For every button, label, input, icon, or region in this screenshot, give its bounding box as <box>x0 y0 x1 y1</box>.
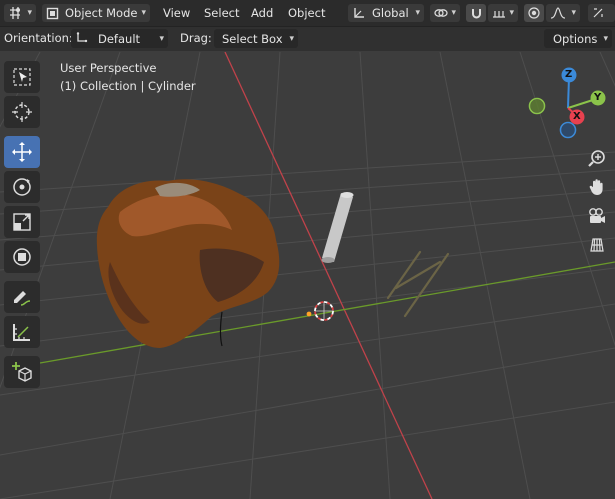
toggle-ortho-button[interactable] <box>584 232 610 258</box>
chevron-down-icon: ▾ <box>159 33 164 44</box>
orientation-value: Global <box>372 6 409 20</box>
falloff-curve-icon <box>550 7 566 19</box>
chevron-down-icon: ▾ <box>415 8 420 18</box>
zoom-icon <box>588 150 605 167</box>
tool-select-box[interactable] <box>4 61 40 93</box>
drag-label: Drag: <box>180 31 212 45</box>
tool-cursor[interactable] <box>4 96 40 128</box>
snap-target-dropdown[interactable]: ▾ <box>488 4 518 22</box>
orientation-value: Default <box>98 31 141 46</box>
drag-value: Select Box <box>222 31 283 46</box>
scale-icon <box>13 213 31 231</box>
view-name: User Perspective <box>60 61 157 75</box>
magnet-icon <box>471 8 481 18</box>
zoom-button[interactable] <box>584 145 610 171</box>
cursor-icon <box>12 102 32 122</box>
snap-increment-icon <box>493 11 505 18</box>
chevron-down-icon: ▾ <box>27 8 32 18</box>
grid-axis-icon <box>10 7 20 19</box>
tool-measure[interactable] <box>4 316 40 348</box>
rock-object <box>96 179 280 348</box>
pivot-point-dropdown[interactable]: ▾ <box>430 4 460 22</box>
menu-object[interactable]: Object <box>288 6 325 20</box>
mode-dropdown[interactable]: Object Mode ▾ <box>42 4 150 22</box>
tool-scale[interactable] <box>4 206 40 238</box>
proportional-edit-toggle[interactable] <box>524 4 544 22</box>
options-dropdown[interactable]: Options ▾ <box>544 29 612 48</box>
mode-label: Object Mode <box>65 6 138 20</box>
transform-orientation-dropdown[interactable]: Global ▾ <box>348 4 424 22</box>
header-bar: ▾ Object Mode ▾ View Select Add Object G… <box>0 0 615 27</box>
chevron-down-icon: ▾ <box>451 8 456 18</box>
grid-ortho-icon <box>590 238 604 252</box>
axes-icon <box>354 8 364 18</box>
cylinder-object <box>321 192 354 263</box>
options-label: Options <box>553 31 598 46</box>
measure-icon <box>13 324 30 341</box>
viewport-3d[interactable]: User Perspective (1) Collection | Cylind… <box>0 52 615 499</box>
chevron-down-icon: ▾ <box>141 8 146 18</box>
overflow-dropdown[interactable] <box>588 4 615 22</box>
tool-annotate[interactable] <box>4 281 40 313</box>
chevron-down-icon: ▾ <box>571 8 576 18</box>
falloff-dropdown[interactable]: ▾ <box>546 4 580 22</box>
orientation-dropdown[interactable]: Default ▾ <box>71 29 168 48</box>
menu-view[interactable]: View <box>163 6 190 20</box>
annotate-icon <box>14 291 31 306</box>
editor-type-dropdown[interactable]: ▾ <box>4 4 36 22</box>
orientation-axes-icon <box>76 32 88 43</box>
chevron-down-icon: ▾ <box>509 8 514 18</box>
chevron-down-icon: ▾ <box>603 33 608 44</box>
object-mode-icon <box>46 7 59 19</box>
z-axis-label: Z <box>565 69 573 80</box>
y-axis-label: Y <box>594 92 602 103</box>
link-icon <box>434 9 448 17</box>
camera-view-icon <box>589 208 605 223</box>
snap-toggle[interactable] <box>466 4 486 22</box>
rotate-icon <box>13 178 31 196</box>
pan-button[interactable] <box>584 174 610 200</box>
proportional-edit-icon <box>528 7 540 19</box>
gizmo-toggle-icon <box>593 8 603 18</box>
tool-move[interactable] <box>4 136 40 168</box>
tool-rotate[interactable] <box>4 171 40 203</box>
move-icon <box>12 142 32 162</box>
collection-info: (1) Collection | Cylinder <box>60 79 196 93</box>
menu-select[interactable]: Select <box>204 6 239 20</box>
tool-transform[interactable] <box>4 241 40 273</box>
x-axis-label: X <box>573 111 581 122</box>
tool-add-cube[interactable] <box>4 356 40 388</box>
orientation-label: Orientation: <box>4 31 73 45</box>
add-cube-icon <box>12 362 32 382</box>
chevron-down-icon: ▾ <box>289 33 294 44</box>
drag-dropdown[interactable]: Select Box ▾ <box>214 29 298 48</box>
menu-add[interactable]: Add <box>251 6 273 20</box>
camera-view-button[interactable] <box>584 203 610 229</box>
select-box-icon <box>13 68 31 86</box>
transform-icon <box>13 248 31 266</box>
pan-hand-icon <box>589 179 603 195</box>
